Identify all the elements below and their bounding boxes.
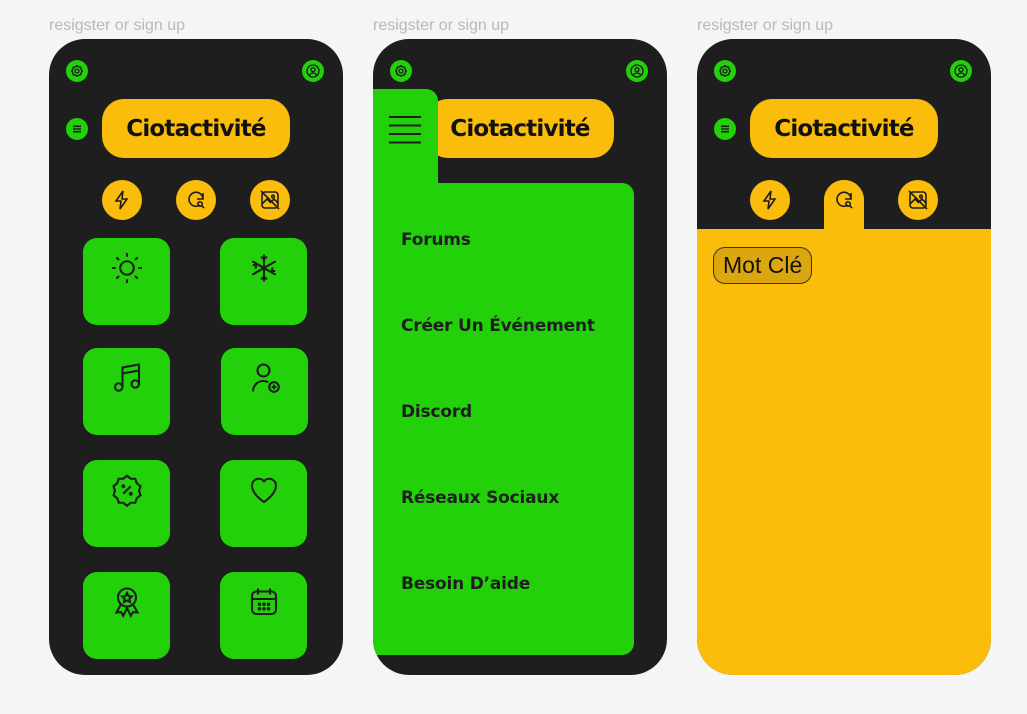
menu-item-social[interactable]: Réseaux Sociaux <box>401 488 559 508</box>
tile-button[interactable] <box>83 348 170 435</box>
hamburger-icon[interactable] <box>389 116 421 144</box>
award-icon <box>114 587 139 619</box>
gear-icon[interactable] <box>66 60 88 82</box>
phone-screen-search: Ciotactivité Mot Clé <box>697 39 991 675</box>
gear-icon[interactable] <box>714 60 736 82</box>
phone-screen-menu: Ciotactivité Forums Créer Un Événement D… <box>373 39 667 675</box>
image-off-icon[interactable] <box>898 180 938 220</box>
keyword-chip[interactable]: Mot Clé <box>713 247 813 284</box>
discount-badge-icon <box>111 474 142 508</box>
snowflake-icon <box>251 254 276 282</box>
bolt-icon[interactable] <box>102 180 142 220</box>
tile-button[interactable] <box>220 460 307 547</box>
image-off-icon[interactable] <box>250 180 290 220</box>
gear-icon[interactable] <box>390 60 412 82</box>
tile-button[interactable] <box>220 238 307 325</box>
tile-button[interactable] <box>221 348 308 435</box>
tile-button[interactable] <box>83 460 170 547</box>
user-add-icon <box>251 363 280 393</box>
refresh-search-icon[interactable] <box>176 180 216 220</box>
screen-caption: resigster or sign up <box>697 17 834 34</box>
sun-icon <box>111 253 142 283</box>
music-note-icon <box>113 363 140 392</box>
brand-logo[interactable]: Ciotactivité <box>750 99 938 158</box>
hamburger-icon[interactable] <box>714 118 736 140</box>
bolt-icon[interactable] <box>750 180 790 220</box>
calendar-icon <box>250 588 277 616</box>
menu-item-help[interactable]: Besoin D’aide <box>401 574 530 594</box>
tile-button[interactable] <box>83 238 170 325</box>
user-circle-icon[interactable] <box>302 60 324 82</box>
tile-button[interactable] <box>220 572 307 659</box>
refresh-search-icon[interactable] <box>824 180 864 220</box>
screen-caption: resigster or sign up <box>373 17 510 34</box>
screen-caption: resigster or sign up <box>49 17 186 34</box>
menu-item-create-event[interactable]: Créer Un Événement <box>401 316 595 336</box>
hamburger-icon[interactable] <box>66 118 88 140</box>
user-circle-icon[interactable] <box>626 60 648 82</box>
user-circle-icon[interactable] <box>950 60 972 82</box>
heart-icon <box>250 477 277 504</box>
tile-button[interactable] <box>83 572 170 659</box>
menu-item-discord[interactable]: Discord <box>401 402 472 422</box>
brand-logo[interactable]: Ciotactivité <box>426 99 614 158</box>
brand-logo[interactable]: Ciotactivité <box>102 99 290 158</box>
phone-screen-home: Ciotactivité <box>49 39 343 675</box>
search-panel <box>697 229 991 675</box>
menu-item-forums[interactable]: Forums <box>401 230 471 250</box>
